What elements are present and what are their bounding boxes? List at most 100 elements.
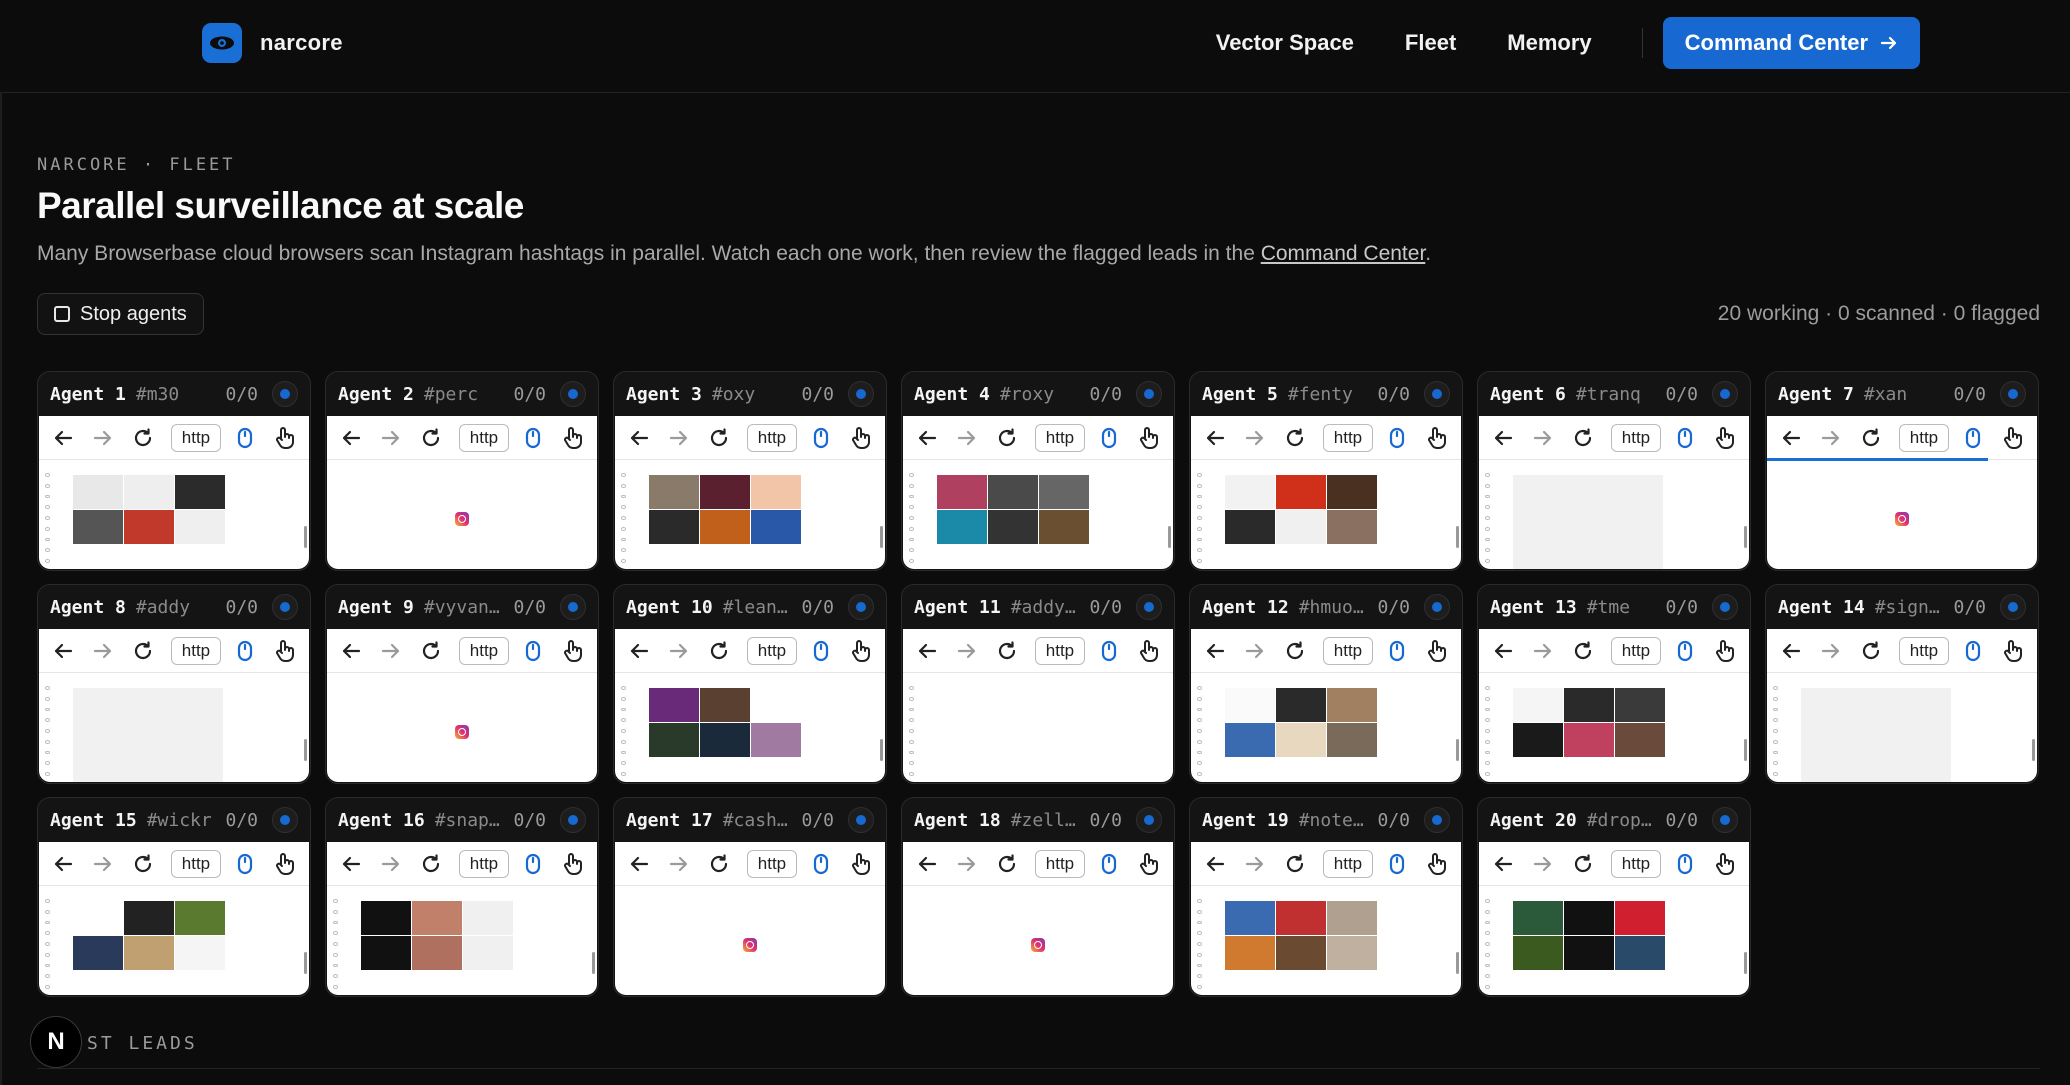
back-arrow-icon[interactable] (337, 636, 365, 666)
back-arrow-icon[interactable] (913, 423, 941, 453)
forward-arrow-icon[interactable] (1241, 849, 1269, 879)
reload-icon[interactable] (1857, 636, 1885, 666)
pointer-hand-icon[interactable] (1135, 636, 1163, 666)
forward-arrow-icon[interactable] (665, 423, 693, 453)
back-arrow-icon[interactable] (1201, 849, 1229, 879)
back-arrow-icon[interactable] (49, 423, 77, 453)
reload-icon[interactable] (1569, 423, 1597, 453)
agent-card[interactable]: Agent 20 #drop… 0/0 http (1477, 797, 1751, 997)
reload-icon[interactable] (129, 423, 157, 453)
mouse-icon[interactable] (1671, 423, 1699, 453)
agent-card[interactable]: Agent 5 #fenty 0/0 http (1189, 371, 1463, 571)
agent-card[interactable]: Agent 8 #addy 0/0 http (37, 584, 311, 784)
forward-arrow-icon[interactable] (1817, 423, 1845, 453)
browser-viewport[interactable]: http (1479, 842, 1749, 995)
forward-arrow-icon[interactable] (665, 849, 693, 879)
agent-card[interactable]: Agent 7 #xan 0/0 http (1765, 371, 2039, 571)
mouse-icon[interactable] (1959, 636, 1987, 666)
mouse-icon[interactable] (807, 636, 835, 666)
agent-card[interactable]: Agent 1 #m30 0/0 http (37, 371, 311, 571)
back-arrow-icon[interactable] (49, 636, 77, 666)
scrollbar[interactable] (2032, 739, 2035, 761)
pointer-hand-icon[interactable] (271, 849, 299, 879)
pointer-hand-icon[interactable] (559, 423, 587, 453)
browser-viewport[interactable]: http (39, 842, 309, 995)
url-field[interactable]: http (1898, 423, 1950, 452)
back-arrow-icon[interactable] (625, 636, 653, 666)
pointer-hand-icon[interactable] (847, 423, 875, 453)
browser-viewport[interactable]: http (1767, 416, 2037, 569)
pointer-hand-icon[interactable] (271, 423, 299, 453)
pointer-hand-icon[interactable] (1711, 849, 1739, 879)
agent-card[interactable]: Agent 13 #tme 0/0 http (1477, 584, 1751, 784)
reload-icon[interactable] (705, 849, 733, 879)
browser-viewport[interactable]: http (39, 416, 309, 569)
back-arrow-icon[interactable] (1489, 849, 1517, 879)
nav-vector-space[interactable]: Vector Space (1216, 30, 1354, 56)
pointer-hand-icon[interactable] (1999, 423, 2027, 453)
mouse-icon[interactable] (231, 849, 259, 879)
command-center-link[interactable]: Command Center (1261, 242, 1426, 265)
url-field[interactable]: http (1034, 636, 1086, 665)
back-arrow-icon[interactable] (1777, 636, 1805, 666)
stop-agents-button[interactable]: Stop agents (37, 293, 204, 335)
reload-icon[interactable] (1281, 636, 1309, 666)
scrollbar[interactable] (880, 739, 883, 761)
forward-arrow-icon[interactable] (1241, 636, 1269, 666)
url-field[interactable]: http (1322, 423, 1374, 452)
pointer-hand-icon[interactable] (559, 636, 587, 666)
pointer-hand-icon[interactable] (1423, 636, 1451, 666)
url-field[interactable]: http (1322, 849, 1374, 878)
forward-arrow-icon[interactable] (1817, 636, 1845, 666)
mouse-icon[interactable] (1383, 849, 1411, 879)
url-field[interactable]: http (458, 636, 510, 665)
pointer-hand-icon[interactable] (1423, 849, 1451, 879)
scrollbar[interactable] (304, 952, 307, 974)
mouse-icon[interactable] (1383, 636, 1411, 666)
forward-arrow-icon[interactable] (377, 849, 405, 879)
mouse-icon[interactable] (231, 423, 259, 453)
browser-viewport[interactable]: http (1767, 629, 2037, 782)
agent-card[interactable]: Agent 4 #roxy 0/0 http (901, 371, 1175, 571)
browser-viewport[interactable]: http (615, 842, 885, 995)
back-arrow-icon[interactable] (1489, 423, 1517, 453)
url-field[interactable]: http (1322, 636, 1374, 665)
mouse-icon[interactable] (519, 636, 547, 666)
forward-arrow-icon[interactable] (1529, 423, 1557, 453)
scrollbar[interactable] (304, 526, 307, 548)
pointer-hand-icon[interactable] (1423, 423, 1451, 453)
scrollbar[interactable] (304, 739, 307, 761)
pointer-hand-icon[interactable] (1999, 636, 2027, 666)
agent-card[interactable]: Agent 17 #cash… 0/0 http (613, 797, 887, 997)
back-arrow-icon[interactable] (625, 423, 653, 453)
browser-viewport[interactable]: http (327, 416, 597, 569)
pointer-hand-icon[interactable] (1711, 636, 1739, 666)
reload-icon[interactable] (129, 636, 157, 666)
scrollbar[interactable] (1744, 952, 1747, 974)
back-arrow-icon[interactable] (913, 636, 941, 666)
back-arrow-icon[interactable] (1201, 423, 1229, 453)
pointer-hand-icon[interactable] (1135, 849, 1163, 879)
reload-icon[interactable] (1281, 849, 1309, 879)
pointer-hand-icon[interactable] (847, 636, 875, 666)
agent-card[interactable]: Agent 11 #addy… 0/0 http (901, 584, 1175, 784)
forward-arrow-icon[interactable] (1529, 849, 1557, 879)
pointer-hand-icon[interactable] (559, 849, 587, 879)
browser-viewport[interactable]: http (1191, 629, 1461, 782)
scrollbar[interactable] (1456, 952, 1459, 974)
mouse-icon[interactable] (519, 849, 547, 879)
mouse-icon[interactable] (807, 849, 835, 879)
agent-card[interactable]: Agent 14 #sign… 0/0 http (1765, 584, 2039, 784)
agent-card[interactable]: Agent 6 #tranq 0/0 http (1477, 371, 1751, 571)
mouse-icon[interactable] (1383, 423, 1411, 453)
browser-viewport[interactable]: http (1191, 842, 1461, 995)
scrollbar[interactable] (1456, 739, 1459, 761)
mouse-icon[interactable] (807, 423, 835, 453)
scrollbar[interactable] (880, 526, 883, 548)
mouse-icon[interactable] (1095, 636, 1123, 666)
browser-viewport[interactable]: http (615, 629, 885, 782)
browser-viewport[interactable]: http (1479, 629, 1749, 782)
back-arrow-icon[interactable] (1489, 636, 1517, 666)
url-field[interactable]: http (458, 423, 510, 452)
agent-card[interactable]: Agent 15 #wickr 0/0 http (37, 797, 311, 997)
